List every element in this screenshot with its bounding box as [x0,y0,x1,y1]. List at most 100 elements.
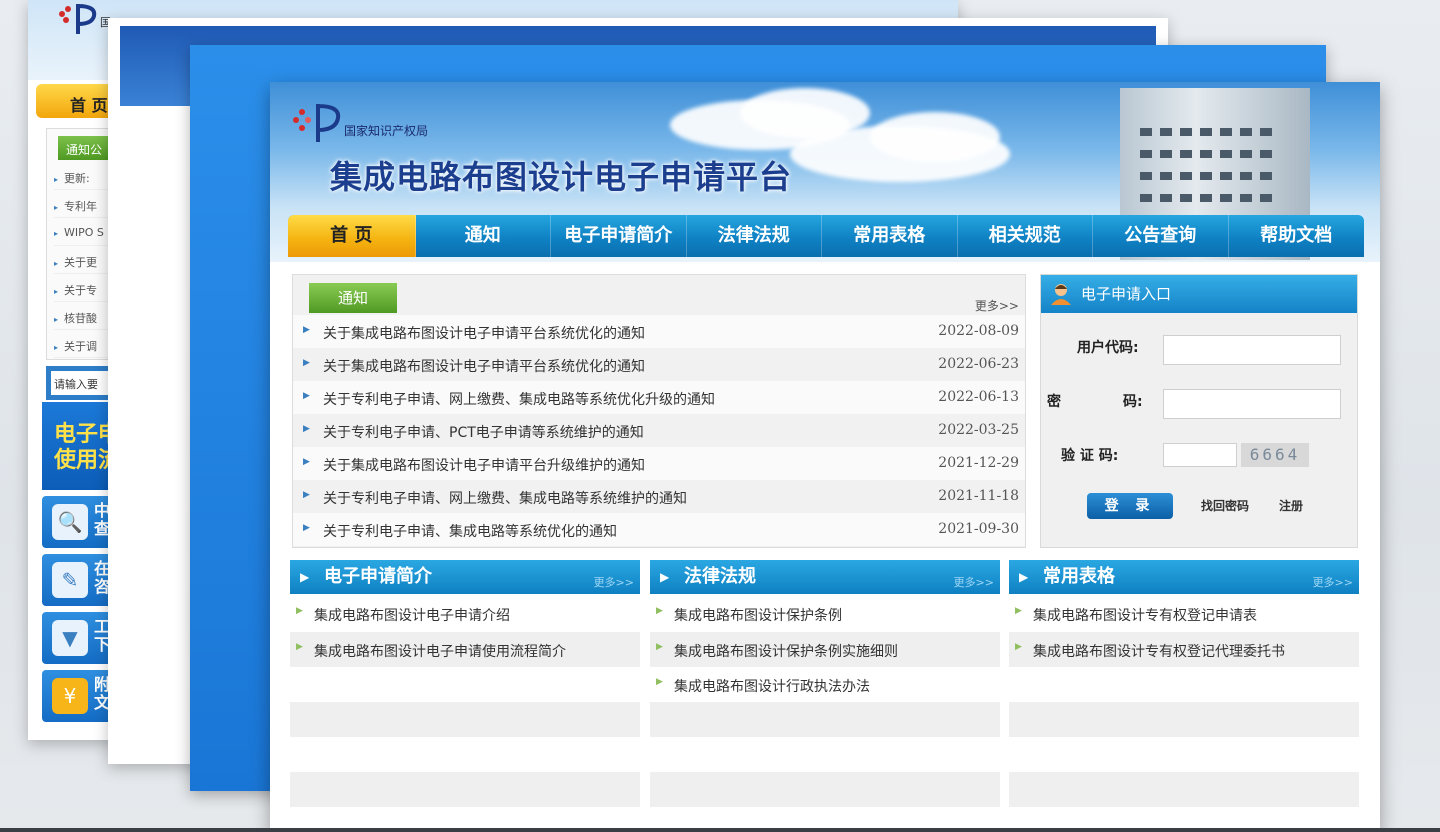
bullet-icon: ▶ [303,325,310,335]
list-item-label[interactable]: 集成电路布图设计保护条例 [674,605,842,625]
notice-title[interactable]: 关于集成电路布图设计电子申请平台系统优化的通知 [323,323,645,343]
notice-title[interactable]: 关于专利电子申请、集成电路等系统优化的通知 [323,521,617,541]
empty-row [1009,772,1359,807]
section-header: ▶ 常用表格 更多>> [1009,560,1359,594]
section-more-link[interactable]: 更多>> [954,566,994,600]
notice-title[interactable]: 关于集成电路布图设计电子申请平台系统优化的通知 [323,356,645,376]
bullet-icon: ▶ [1015,606,1022,616]
nav-specs[interactable]: 相关规范 [958,215,1094,257]
bullet-icon: ▶ [656,642,663,652]
login-panel: 电子申请入口 用户代码: 密 码: 验 证 码: 6664 登 录 找回密码 注… [1040,274,1358,548]
notice-row[interactable]: ▶ 关于专利电子申请、网上缴费、集成电路等系统维护的通知 2021-11-18 [293,480,1025,513]
list-item-label[interactable]: 集成电路布图设计专有权登记代理委托书 [1033,641,1285,661]
list-item-label[interactable]: 集成电路布图设计行政执法办法 [674,676,870,696]
download-icon: ▼ [52,620,88,656]
notice-title[interactable]: 关于集成电路布图设计电子申请平台升级维护的通知 [323,455,645,475]
list-item-label[interactable]: 集成电路布图设计保护条例实施细则 [674,641,898,661]
section-more-link[interactable]: 更多>> [1313,566,1353,600]
list-item-label[interactable]: 集成电路布图设计专有权登记申请表 [1033,605,1257,625]
search-icon: 🔍 [52,504,88,540]
list-item[interactable]: ▶ 集成电路布图设计专有权登记申请表 [1009,596,1359,631]
section-more-link[interactable]: 更多>> [594,566,634,600]
bottom-edge [0,828,1440,832]
notice-title[interactable]: 关于专利电子申请、PCT电子申请等系统维护的通知 [323,422,644,442]
empty-row [290,702,640,737]
notice-title[interactable]: 关于专利电子申请、网上缴费、集成电路等系统维护的通知 [323,488,687,508]
list-item[interactable]: ▶ 集成电路布图设计保护条例 [650,596,1000,631]
notice-date: 2022-06-13 [938,389,1019,405]
bullet-icon: ▶ [656,606,663,616]
main-window: 国家知识产权局 集成电路布图设计电子申请平台 首 页 通知 电子申请简介 法律法… [270,82,1380,832]
bullet-icon: ▶ [296,642,303,652]
nav-announcement-query[interactable]: 公告查询 [1093,215,1229,257]
bullet-icon: ▶ [303,490,310,500]
section-title[interactable]: 常用表格 [1043,566,1115,587]
user-code-input[interactable] [1163,335,1341,365]
section-forms: ▶ 常用表格 更多>> ▶ 集成电路布图设计专有权登记申请表 ▶ 集成电路布图设计专有权… [1009,560,1359,830]
empty-row [650,772,1000,807]
list-item[interactable]: ▶ 集成电路布图设计电子申请介绍 [290,596,640,631]
notice-row[interactable]: ▶ 关于集成电路布图设计电子申请平台系统优化的通知 2022-06-23 [293,348,1025,381]
section-laws: ▶ 法律法规 更多>> ▶ 集成电路布图设计保护条例 ▶ 集成电路布图设计保护条例实施细… [650,560,1000,830]
notice-date: 2022-06-23 [938,356,1019,372]
nav-e-application-intro[interactable]: 电子申请简介 [551,215,687,257]
bullet-icon: ▶ [303,523,310,533]
nav-notice[interactable]: 通知 [416,215,552,257]
notice-date: 2022-03-25 [938,422,1019,438]
section-title[interactable]: 电子申请简介 [324,566,432,587]
notice-row[interactable]: ▶ 关于专利电子申请、PCT电子申请等系统维护的通知 2022-03-25 [293,414,1025,447]
register-link[interactable]: 注册 [1279,497,1303,514]
list-item[interactable]: ▶ 集成电路布图设计电子申请使用流程简介 [290,632,640,667]
notice-more-link[interactable]: 更多>> [975,297,1019,314]
notice-date: 2021-09-30 [938,521,1019,537]
nav-home[interactable]: 首 页 [288,215,416,257]
cnipa-logo-icon [59,4,97,34]
notice-date: 2022-08-09 [938,323,1019,339]
arrow-icon: ▶ [660,570,670,584]
list-item[interactable]: ▶ 集成电路布图设计保护条例实施细则 [650,632,1000,667]
nav-laws[interactable]: 法律法规 [687,215,823,257]
notice-tab[interactable]: 通知 [309,283,397,313]
captcha-label: 验 证 码: [1061,448,1119,464]
notice-row[interactable]: ▶ 关于专利电子申请、集成电路等系统优化的通知 2021-09-30 [293,513,1025,546]
cloud-decoration [870,112,1000,162]
nav-help-docs[interactable]: 帮助文档 [1229,215,1365,257]
bullet-icon: ▶ [296,606,303,616]
arrow-icon: ▶ [300,570,310,584]
login-button[interactable]: 登 录 [1087,493,1173,519]
section-title[interactable]: 法律法规 [684,566,756,587]
list-item[interactable]: ▶ 集成电路布图设计行政执法办法 [650,667,1000,702]
notice-row[interactable]: ▶ 关于专利电子申请、网上缴费、集成电路等系统优化升级的通知 2022-06-13 [293,381,1025,414]
section-header: ▶ 电子申请简介 更多>> [290,560,640,594]
pencil-icon: ✎ [52,562,88,598]
list-item-label[interactable]: 集成电路布图设计电子申请介绍 [314,605,510,625]
main-nav: 首 页 通知 电子申请简介 法律法规 常用表格 相关规范 公告查询 帮助文档 [288,215,1364,257]
password-input[interactable] [1163,389,1341,419]
bullet-icon: ▶ [303,391,310,401]
empty-row [290,772,640,807]
captcha-input[interactable] [1163,443,1237,467]
notice-title[interactable]: 关于专利电子申请、网上缴费、集成电路等系统优化升级的通知 [323,389,715,409]
section-header: ▶ 法律法规 更多>> [650,560,1000,594]
list-item-label[interactable]: 集成电路布图设计电子申请使用流程简介 [314,641,566,661]
login-title: 电子申请入口 [1081,285,1172,303]
login-header: 电子申请入口 [1041,275,1357,313]
bullet-icon: ▶ [303,358,310,368]
bullet-icon: ▶ [303,457,310,467]
notice-row[interactable]: ▶ 关于集成电路布图设计电子申请平台系统优化的通知 2022-08-09 [293,315,1025,348]
nav-forms[interactable]: 常用表格 [822,215,958,257]
user-code-label: 用户代码: [1077,340,1139,356]
user-avatar-icon [1051,284,1071,305]
site-header: 国家知识产权局 集成电路布图设计电子申请平台 首 页 通知 电子申请简介 法律法… [270,82,1380,262]
forgot-password-link[interactable]: 找回密码 [1201,497,1249,514]
section-e-application-intro: ▶ 电子申请简介 更多>> ▶ 集成电路布图设计电子申请介绍 ▶ 集成电路布图设计电子申… [290,560,640,830]
site-title: 集成电路布图设计电子申请平台 [330,158,793,196]
yen-icon: ¥ [52,678,88,714]
captcha-image[interactable]: 6664 [1241,443,1309,467]
bullet-icon: ▶ [1015,642,1022,652]
list-item[interactable]: ▶ 集成电路布图设计专有权登记代理委托书 [1009,632,1359,667]
password-label-left: 密 [1047,394,1061,410]
arrow-icon: ▶ [1019,570,1029,584]
notice-row[interactable]: ▶ 关于集成电路布图设计电子申请平台升级维护的通知 2021-12-29 [293,447,1025,480]
empty-row [1009,702,1359,737]
